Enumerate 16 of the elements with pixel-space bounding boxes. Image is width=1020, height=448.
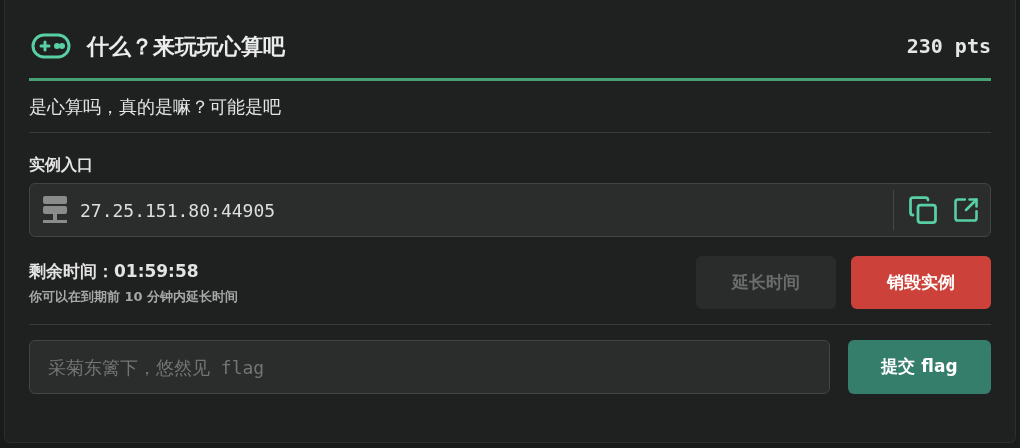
copy-icon (908, 195, 938, 225)
instance-label: 实例入口 (29, 155, 93, 174)
challenge-title: 什么？来玩玩心算吧 (87, 32, 285, 61)
external-link-icon (952, 196, 980, 224)
flag-input[interactable]: 采菊东篱下，悠然见 flag (29, 340, 830, 394)
remaining-time: 剩余时间：01:59:58 (29, 260, 200, 283)
challenge-description: 是心算吗，真的是嘛？可能是吧 (29, 96, 281, 117)
destroy-instance-button[interactable]: 销毁实例 (851, 256, 991, 309)
server-icon (42, 195, 68, 225)
points-label: 230 pts (906, 33, 991, 60)
submit-flag-button[interactable]: 提交 flag (848, 340, 991, 394)
gamepad-icon (31, 33, 71, 59)
copy-button[interactable] (906, 193, 940, 227)
extend-hint: 你可以在到期前 10 分钟内延长时间 (29, 287, 239, 306)
address-text: 27.25.151.80:44905 (80, 198, 276, 223)
address-field[interactable]: 27.25.151.80:44905 (29, 183, 991, 237)
